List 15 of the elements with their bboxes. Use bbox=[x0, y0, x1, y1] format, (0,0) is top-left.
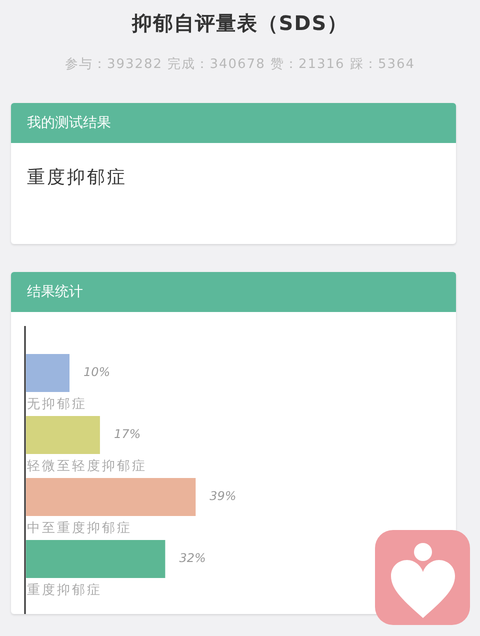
value-label: 39% bbox=[210, 489, 236, 503]
heart-logo-icon[interactable] bbox=[375, 530, 470, 625]
value-label: 17% bbox=[114, 427, 141, 441]
result-text: 重度抑郁症 bbox=[27, 166, 127, 189]
stats-text: 参与：393282 完成：340678 赞：21316 踩：5364 bbox=[64, 56, 416, 73]
value-label: 32% bbox=[179, 551, 206, 565]
card-header: 结果统计 bbox=[11, 272, 456, 312]
value-label: 10% bbox=[84, 365, 110, 379]
category-label: 重度抑郁症 bbox=[27, 583, 102, 598]
bar bbox=[26, 354, 70, 392]
category-label: 中至重度抑郁症 bbox=[27, 521, 132, 536]
page-title: 抑郁自评量表（SDS） bbox=[132, 10, 348, 37]
category-label: 无抑郁症 bbox=[27, 397, 87, 412]
category-label: 轻微至轻度抑郁症 bbox=[27, 459, 147, 474]
card-header: 我的测试结果 bbox=[11, 103, 456, 143]
